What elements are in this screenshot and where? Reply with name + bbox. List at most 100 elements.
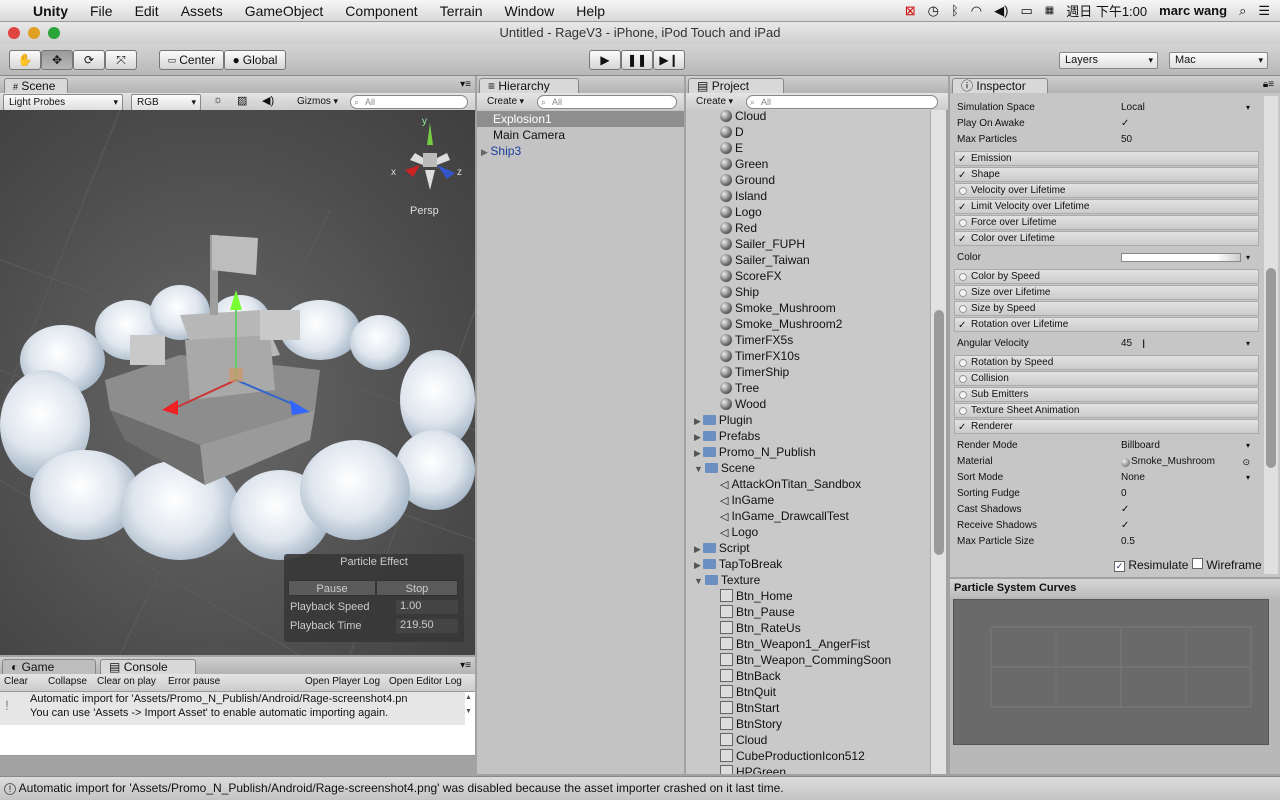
property-value[interactable]: ✓	[1121, 518, 1129, 534]
project-item[interactable]: Tree	[686, 380, 759, 396]
project-item[interactable]: TimerShip	[686, 364, 789, 380]
close-window-button[interactable]	[8, 27, 20, 39]
module-header[interactable]: ✓ Rotation over Lifetime	[954, 317, 1259, 332]
spotlight-icon[interactable]: ⌕	[1239, 3, 1246, 19]
module-header[interactable]: Sub Emitters	[954, 387, 1259, 402]
project-item[interactable]: Green	[686, 156, 768, 172]
hierarchy-item-ship3[interactable]: ▶ Ship3	[477, 143, 521, 159]
scene-search-input[interactable]: All	[350, 95, 468, 109]
layers-dropdown[interactable]: Layers	[1059, 52, 1158, 69]
color-gradient-swatch[interactable]	[1121, 253, 1241, 262]
module-header[interactable]: Size by Speed	[954, 301, 1259, 316]
module-checkbox-unchecked[interactable]	[959, 391, 967, 399]
module-header[interactable]: Texture Sheet Animation	[954, 403, 1259, 418]
hierarchy-item-explosion1[interactable]: Explosion1	[477, 111, 684, 127]
orientation-gizmo-icon[interactable]	[385, 115, 475, 205]
project-item[interactable]: Smoke_Mushroom	[686, 300, 836, 316]
pivot-center-button[interactable]: ▭ Center	[159, 50, 224, 70]
pause-button[interactable]: ❚❚	[621, 50, 653, 70]
lock-icon[interactable]: 🔒︎≡	[1263, 79, 1274, 90]
user-name[interactable]: marc wang	[1159, 3, 1227, 18]
menu-edit[interactable]: Edit	[124, 3, 170, 19]
module-header[interactable]: ✓ Shape	[954, 167, 1259, 182]
project-item[interactable]: Island	[686, 188, 767, 204]
property-value[interactable]: Smoke_Mushroom	[1131, 454, 1215, 470]
menu-terrain[interactable]: Terrain	[429, 3, 494, 19]
dropdown-arrow-icon[interactable]: ▾	[1246, 250, 1250, 266]
scale-tool-icon[interactable]: ⤧	[105, 50, 137, 70]
project-item[interactable]: E	[686, 140, 743, 156]
project-item[interactable]: Btn_Weapon1_AngerFist	[686, 636, 870, 652]
curves-editor[interactable]	[953, 599, 1269, 745]
resimulate-toggle[interactable]: ✓ Resimulate	[1114, 558, 1188, 572]
console-log[interactable]: ! Automatic import for 'Assets/Promo_N_P…	[0, 692, 475, 756]
project-item[interactable]: ScoreFX	[686, 268, 782, 284]
dropdown-arrow-icon[interactable]: ▾	[1246, 438, 1250, 454]
project-item[interactable]: CubeProductionIcon512	[686, 748, 865, 764]
menu-window[interactable]: Window	[493, 3, 565, 19]
dropdown-arrow-icon[interactable]: ▾	[1246, 336, 1250, 352]
project-item[interactable]: Ship	[686, 284, 759, 300]
project-item[interactable]: ▼ Scene	[686, 460, 755, 476]
module-checkbox-unchecked[interactable]	[959, 219, 967, 227]
hierarchy-item-main-camera[interactable]: Main Camera	[477, 127, 565, 143]
menu-unity[interactable]: Unity	[22, 3, 79, 19]
play-button[interactable]: ▶	[589, 50, 621, 70]
project-item[interactable]: D	[686, 124, 744, 140]
module-header[interactable]: Color by Speed	[954, 269, 1259, 284]
project-item[interactable]: Smoke_Mushroom2	[686, 316, 842, 332]
expand-arrow-icon[interactable]: ▶	[694, 544, 701, 554]
project-item[interactable]: ▼ Texture	[686, 572, 760, 588]
project-item[interactable]: ▶ Script	[686, 540, 750, 556]
module-checkbox-unchecked[interactable]	[959, 187, 967, 195]
playback-speed-field[interactable]: 1.00	[396, 600, 458, 614]
property-value[interactable]: ✓	[1121, 116, 1129, 132]
property-value[interactable]: None	[1121, 470, 1145, 486]
project-item[interactable]: BtnStory	[686, 716, 782, 732]
clock[interactable]: 週日 下午1:00	[1066, 1, 1147, 20]
hand-tool-icon[interactable]: ✋	[9, 50, 41, 70]
scene-viewport[interactable]: y x z Persp Particle Effect Pause Stop P…	[0, 110, 475, 655]
wireframe-checkbox[interactable]	[1192, 558, 1203, 569]
hierarchy-search-input[interactable]: All	[537, 95, 677, 109]
bluetooth-icon[interactable]: ᛒ	[951, 3, 959, 18]
module-header[interactable]: Collision	[954, 371, 1259, 386]
project-scrollbar[interactable]	[930, 110, 946, 774]
time-machine-icon[interactable]: ◷	[928, 3, 939, 19]
property-value[interactable]: Billboard	[1121, 438, 1160, 454]
project-item[interactable]: HPGreen	[686, 764, 786, 774]
hierarchy-create-dropdown[interactable]: Create	[482, 94, 528, 111]
module-header[interactable]: Size over Lifetime	[954, 285, 1259, 300]
project-item[interactable]: Cloud	[686, 732, 767, 748]
tab-hierarchy[interactable]: ≡ Hierarchy	[479, 78, 579, 94]
project-item[interactable]: Sailer_FUPH	[686, 236, 805, 252]
wifi-icon[interactable]: ◠	[971, 3, 982, 19]
gizmos-dropdown[interactable]: Gizmos	[292, 94, 342, 111]
module-header[interactable]: ✓ Emission	[954, 151, 1259, 166]
property-value[interactable]: 50	[1121, 132, 1132, 148]
project-item[interactable]: ▶ Plugin	[686, 412, 752, 428]
module-checkbox-unchecked[interactable]	[959, 289, 967, 297]
inspector-scroll-thumb[interactable]	[1266, 268, 1276, 468]
property-value[interactable]: ✓	[1121, 502, 1129, 518]
module-checkbox-checked[interactable]: ✓	[958, 201, 966, 214]
image-icon[interactable]: ▨	[237, 94, 247, 107]
project-item[interactable]: BtnQuit	[686, 684, 776, 700]
expand-arrow-icon[interactable]: ▶	[694, 448, 701, 458]
expand-arrow-icon[interactable]: ▶	[481, 147, 490, 157]
zoom-window-button[interactable]	[48, 27, 60, 39]
console-clear-button[interactable]: Clear	[4, 676, 28, 687]
open-editor-log-button[interactable]: Open Editor Log	[389, 676, 462, 687]
project-create-dropdown[interactable]: Create	[691, 94, 737, 111]
menu-file[interactable]: File	[79, 3, 124, 19]
wireframe-toggle[interactable]: Wireframe	[1192, 558, 1262, 572]
scene-mode-dropdown[interactable]: Light Probes	[3, 94, 123, 111]
playback-time-field[interactable]: 219.50	[396, 619, 458, 633]
property-value[interactable]: 0.5	[1121, 534, 1135, 550]
project-item[interactable]: ◁ Logo	[686, 524, 758, 540]
module-checkbox-checked[interactable]: ✓	[958, 233, 966, 246]
module-header[interactable]: Velocity over Lifetime	[954, 183, 1259, 198]
tab-game[interactable]: ◐ Game	[2, 659, 96, 675]
module-header[interactable]: Force over Lifetime	[954, 215, 1259, 230]
move-tool-icon[interactable]: ✥	[41, 50, 73, 70]
